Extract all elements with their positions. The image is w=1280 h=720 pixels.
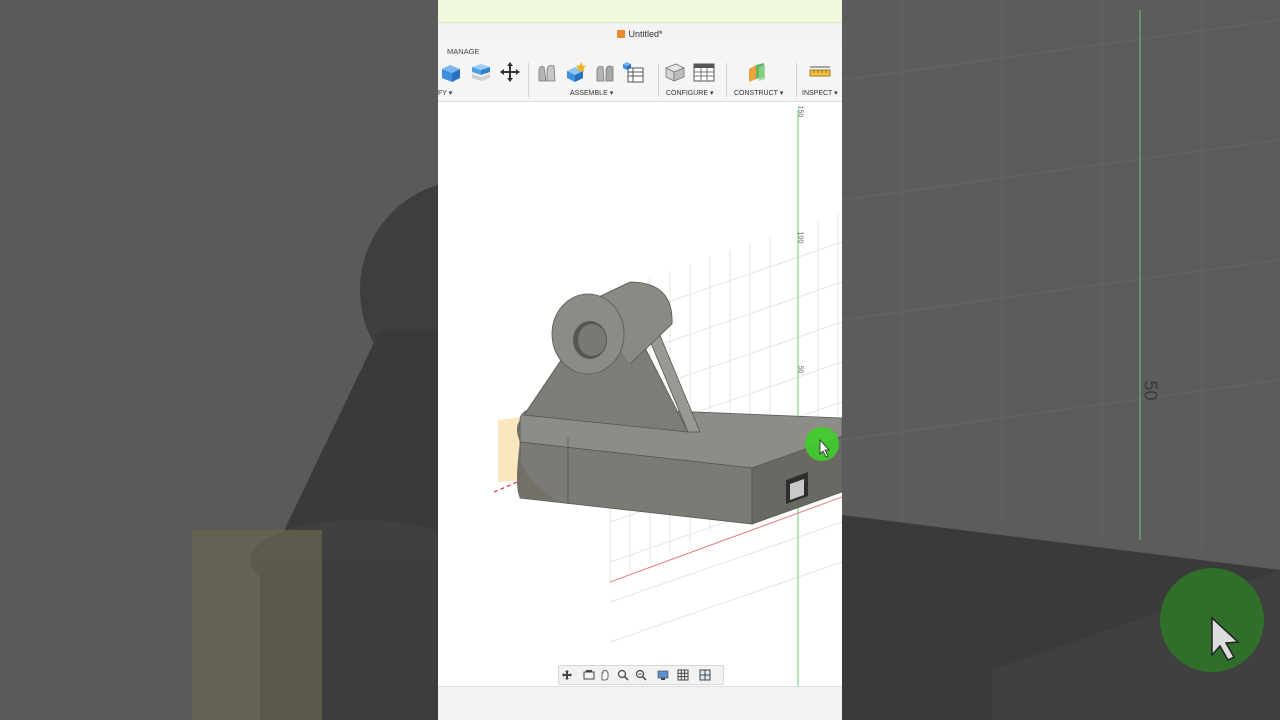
motion-link-icon[interactable] [594,61,616,83]
configure-group: CONFIGURE ▾ [662,59,722,99]
title-bar: Untitled* [438,23,842,45]
app-window: Untitled* MANAGE FY ▾ ASSEMBLE ▾ CONFIGU… [438,0,842,720]
modify-group-label[interactable]: FY ▾ [438,89,452,97]
configure-icon[interactable] [664,61,686,83]
display-icon[interactable] [657,669,669,681]
document-title-text: Untitled* [628,29,663,39]
move-icon[interactable] [499,61,521,83]
document-title[interactable]: Untitled* [438,29,842,39]
construct-plane-icon[interactable] [746,61,768,83]
toolbar-separator [528,63,529,97]
bottom-timeline-bar [438,686,842,720]
model-scene[interactable] [438,102,842,686]
configure-group-label[interactable]: CONFIGURE ▾ [666,89,713,97]
ruler-tick-100: 100 [796,231,804,244]
background-left-blur [0,0,438,720]
construct-group: CONSTRUCT ▾ [730,59,792,99]
ruler-tick-150: 150 [796,105,804,118]
configure-table-icon[interactable] [693,61,715,83]
grid-icon[interactable] [677,669,689,681]
ribbon-toolbar: MANAGE FY ▾ ASSEMBLE ▾ CONFIGURE ▾ CONST… [438,45,842,102]
toolbar-separator [726,63,727,97]
pan-icon[interactable] [599,669,611,681]
assemble-group-label[interactable]: ASSEMBLE ▾ [570,89,613,97]
modify-group: FY ▾ [438,59,528,99]
measure-icon[interactable] [809,61,831,83]
construct-group-label[interactable]: CONSTRUCT ▾ [734,89,783,97]
tab-manage[interactable]: MANAGE [447,47,480,56]
canvas-viewport[interactable]: 150 100 50 [438,102,842,686]
background-left-model [0,0,438,720]
navigation-bar [558,665,724,685]
toolbar-separator [796,63,797,97]
cylinder-boss[interactable] [551,281,673,375]
box-blue-icon[interactable] [440,61,462,83]
toolbar-separator [658,63,659,97]
zoom-icon[interactable] [617,669,629,681]
joint-icon[interactable] [536,61,558,83]
look-at-icon[interactable] [583,669,595,681]
cube-orange-icon [617,30,626,38]
inspect-group: INSPECT ▾ [800,59,842,99]
background-right-blur: 50 [842,0,1280,720]
background-right-model [842,0,1280,720]
as-built-joint-icon[interactable] [565,61,587,83]
background-ruler-label: 50 [1140,380,1161,401]
orbit-icon[interactable] [561,669,573,681]
ruler-tick-50: 50 [796,365,804,374]
top-status-bar [438,0,842,23]
box-stack-icon[interactable] [470,61,492,83]
fit-icon[interactable] [635,669,647,681]
table-icon[interactable] [622,61,644,83]
assemble-group: ASSEMBLE ▾ [534,59,654,99]
viewports-icon[interactable] [699,669,711,681]
inspect-group-label[interactable]: INSPECT ▾ [802,89,838,97]
